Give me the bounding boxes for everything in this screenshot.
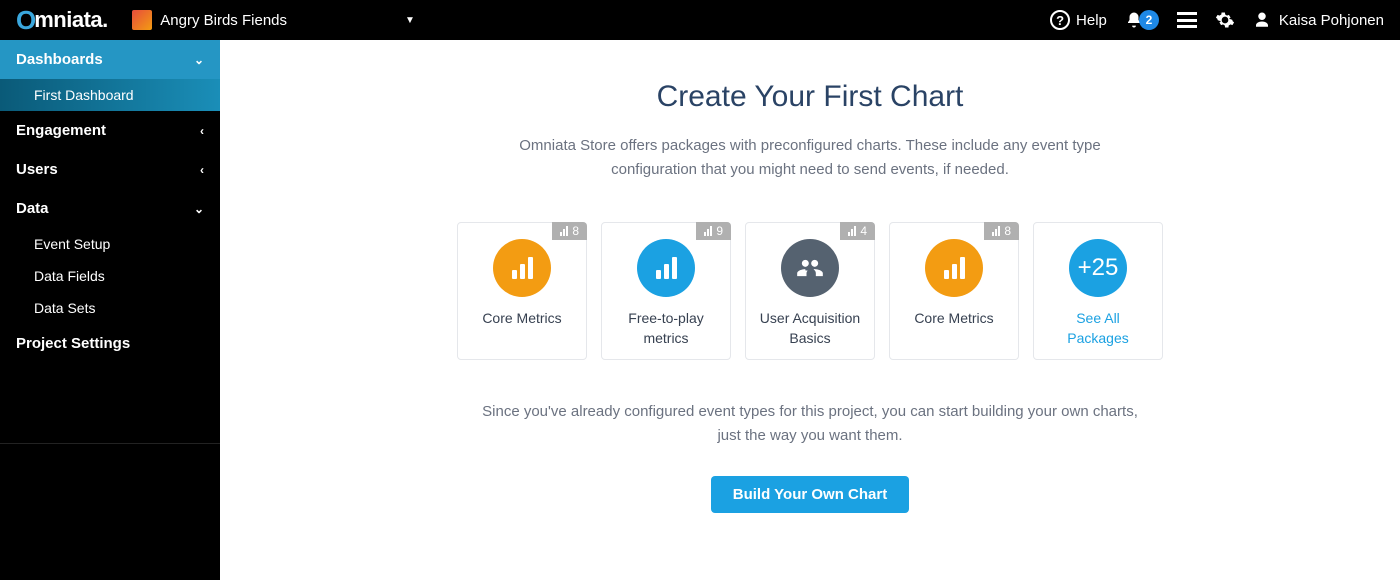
sidebar-item-label: Project Settings	[16, 335, 130, 352]
see-all-link: See All Packages	[1044, 309, 1152, 348]
card-label: Core Metrics	[482, 309, 561, 329]
sidebar-item-label: Data	[16, 200, 49, 217]
mini-bars-icon	[704, 226, 712, 236]
card-label: Core Metrics	[914, 309, 993, 329]
sidebar-item-label: Event Setup	[34, 236, 110, 252]
project-icon	[132, 10, 152, 30]
sidebar-sub-first-dashboard[interactable]: First Dashboard	[0, 79, 220, 111]
chevron-left-icon: ‹	[200, 124, 204, 138]
main-content: Create Your First Chart Omniata Store of…	[220, 40, 1400, 580]
card-icon-circle	[637, 239, 695, 297]
card-icon-circle	[493, 239, 551, 297]
sidebar-item-users[interactable]: Users ‹	[0, 150, 220, 189]
gear-icon[interactable]	[1215, 10, 1235, 30]
notification-badge: 2	[1139, 10, 1159, 30]
sidebar-item-label: First Dashboard	[34, 87, 134, 103]
sidebar-item-label: Data Fields	[34, 268, 105, 284]
user-icon	[1253, 11, 1271, 29]
user-name: Kaisa Pohjonen	[1279, 12, 1384, 29]
page-subtitle: Omniata Store offers packages with preco…	[500, 134, 1120, 182]
project-name: Angry Birds Fiends	[160, 12, 287, 29]
bottom-text: Since you've already configured event ty…	[480, 400, 1140, 448]
card-badge: 8	[984, 222, 1019, 240]
chevron-down-icon: ⌄	[194, 53, 204, 67]
badge-count: 4	[860, 224, 867, 238]
sidebar: Dashboards ⌄ First Dashboard Engagement …	[0, 40, 220, 580]
chevron-down-icon: ⌄	[194, 202, 204, 216]
card-badge: 9	[696, 222, 731, 240]
sidebar-item-label: Engagement	[16, 122, 106, 139]
see-all-packages-card[interactable]: +25 See All Packages	[1033, 222, 1163, 360]
help-link[interactable]: ? Help	[1050, 10, 1107, 30]
package-cards: 8 Core Metrics 9 Free-to-play metrics	[457, 222, 1163, 360]
help-icon: ?	[1050, 10, 1070, 30]
people-icon	[796, 254, 824, 282]
sidebar-divider	[0, 443, 220, 444]
card-icon-circle	[781, 239, 839, 297]
card-label: User Acquisition Basics	[756, 309, 864, 348]
sidebar-sub-event-setup[interactable]: Event Setup	[0, 228, 220, 260]
chevron-left-icon: ‹	[200, 163, 204, 177]
mini-bars-icon	[848, 226, 856, 236]
sidebar-item-label: Users	[16, 161, 58, 178]
sidebar-item-data[interactable]: Data ⌄	[0, 189, 220, 228]
bars-icon	[512, 257, 533, 279]
card-icon-circle	[925, 239, 983, 297]
page-title: Create Your First Chart	[657, 80, 964, 114]
mini-bars-icon	[992, 226, 1000, 236]
sidebar-sub-data-sets[interactable]: Data Sets	[0, 292, 220, 324]
card-badge: 8	[552, 222, 587, 240]
sidebar-item-dashboards[interactable]: Dashboards ⌄	[0, 40, 220, 79]
build-chart-button[interactable]: Build Your Own Chart	[711, 476, 909, 513]
package-card[interactable]: 8 Core Metrics	[889, 222, 1019, 360]
card-badge: 4	[840, 222, 875, 240]
bars-icon	[944, 257, 965, 279]
card-label: Free-to-play metrics	[612, 309, 720, 348]
topbar: O mniata. Angry Birds Fiends ▼ ? Help 2 …	[0, 0, 1400, 40]
package-card[interactable]: 4 User Acquisition Basics	[745, 222, 875, 360]
package-card[interactable]: 8 Core Metrics	[457, 222, 587, 360]
sidebar-item-project-settings[interactable]: Project Settings	[0, 324, 220, 363]
logo-text: mniata	[34, 7, 102, 33]
user-menu[interactable]: Kaisa Pohjonen	[1253, 11, 1384, 29]
package-card[interactable]: 9 Free-to-play metrics	[601, 222, 731, 360]
project-switcher[interactable]: Angry Birds Fiends ▼	[132, 10, 415, 30]
logo-mark: O	[16, 5, 36, 36]
sidebar-item-label: Data Sets	[34, 300, 95, 316]
menu-icon[interactable]	[1177, 12, 1197, 28]
badge-count: 9	[716, 224, 723, 238]
sidebar-item-label: Dashboards	[16, 51, 103, 68]
notifications-button[interactable]: 2	[1125, 10, 1159, 30]
badge-count: 8	[1004, 224, 1011, 238]
plus-count-circle: +25	[1069, 239, 1127, 297]
badge-count: 8	[572, 224, 579, 238]
bars-icon	[656, 257, 677, 279]
caret-down-icon: ▼	[405, 15, 415, 26]
help-label: Help	[1076, 12, 1107, 29]
sidebar-sub-data-fields[interactable]: Data Fields	[0, 260, 220, 292]
mini-bars-icon	[560, 226, 568, 236]
sidebar-item-engagement[interactable]: Engagement ‹	[0, 111, 220, 150]
logo[interactable]: O mniata.	[16, 5, 108, 36]
